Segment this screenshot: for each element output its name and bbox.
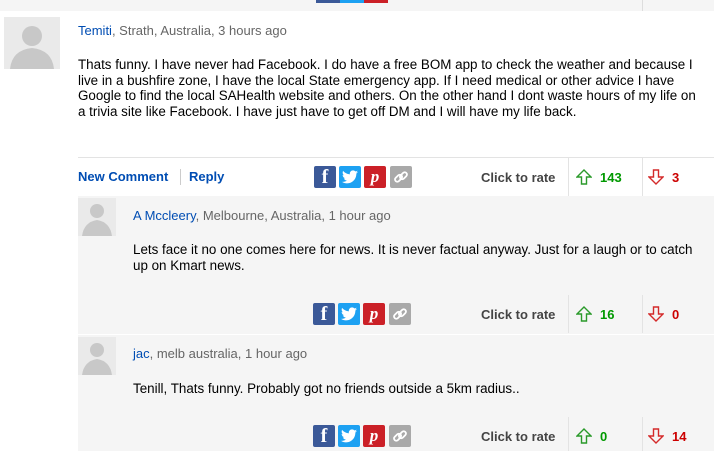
vote-separator: [568, 417, 569, 451]
facebook-icon[interactable]: f: [313, 303, 335, 325]
new-comment-button[interactable]: New Comment: [78, 169, 168, 184]
pinterest-icon[interactable]: p: [363, 303, 385, 325]
downvote-button[interactable]: 14: [648, 417, 686, 455]
vote-separator: [642, 295, 643, 333]
author-link[interactable]: jac: [133, 346, 150, 361]
downvote-button[interactable]: 3: [648, 158, 679, 196]
facebook-icon-fragment[interactable]: [316, 0, 340, 3]
avatar[interactable]: [78, 198, 116, 236]
arrow-up-icon: [576, 428, 592, 444]
author-meta: , Strath, Australia, 3 hours ago: [111, 23, 287, 38]
upvote-count: 0: [600, 428, 608, 444]
comment-body: Tenill, Thats funny. Probably got no fri…: [133, 381, 520, 396]
link-separator: [180, 169, 181, 185]
comment-actions: f p Click to rate 0 14: [0, 417, 714, 455]
vote-separator: [568, 295, 569, 333]
upvote-button[interactable]: 0: [576, 417, 607, 455]
pinterest-icon[interactable]: p: [364, 166, 386, 188]
vote-separator: [568, 158, 569, 196]
upvote-button[interactable]: 16: [576, 295, 614, 333]
arrow-down-icon: [648, 428, 664, 444]
twitter-icon[interactable]: [338, 425, 360, 447]
downvote-count: 0: [672, 306, 680, 322]
downvote-count: 14: [672, 428, 687, 444]
user-silhouette-icon: [78, 198, 116, 236]
comment-author-line: Temiti, Strath, Australia, 3 hours ago: [78, 23, 287, 38]
arrow-down-icon: [648, 169, 664, 185]
link-icon[interactable]: [390, 166, 412, 188]
pinterest-icon[interactable]: p: [363, 425, 385, 447]
upvote-button[interactable]: 143: [576, 158, 622, 196]
downvote-button[interactable]: 0: [648, 295, 679, 333]
avatar[interactable]: [78, 337, 116, 375]
arrow-down-icon: [648, 306, 664, 322]
link-icon[interactable]: [389, 303, 411, 325]
author-link[interactable]: Temiti: [78, 23, 112, 38]
link-icon[interactable]: [389, 425, 411, 447]
author-meta: , melb australia, 1 hour ago: [149, 346, 308, 361]
user-silhouette-icon: [4, 17, 60, 69]
click-to-rate-label: Click to rate: [481, 170, 556, 185]
facebook-icon[interactable]: f: [314, 166, 336, 188]
pinterest-icon-fragment[interactable]: [364, 0, 388, 3]
comment-actions: f p Click to rate 16 0: [0, 295, 714, 333]
click-to-rate-label: Click to rate: [481, 307, 556, 322]
twitter-icon[interactable]: [339, 166, 361, 188]
comment-body: Lets face it no one comes here for news.…: [133, 242, 693, 273]
comment-actions: New Comment Reply f p Click to rate 143 …: [0, 158, 714, 196]
reply-button[interactable]: Reply: [189, 169, 224, 184]
vote-separator: [642, 417, 643, 451]
facebook-icon[interactable]: f: [313, 425, 335, 447]
click-to-rate-label: Click to rate: [481, 429, 556, 444]
user-silhouette-icon: [78, 337, 116, 375]
reply-comment: jac, melb australia, 1 hour ago Tenill, …: [78, 335, 714, 415]
upvote-count: 16: [600, 306, 615, 322]
twitter-icon-fragment[interactable]: [340, 0, 364, 3]
downvote-count: 3: [672, 169, 680, 185]
author-meta: , Melbourne, Australia, 1 hour ago: [195, 208, 391, 223]
avatar[interactable]: [4, 17, 60, 69]
comment-author-line: A Mccleery, Melbourne, Australia, 1 hour…: [133, 208, 391, 223]
arrow-up-icon: [576, 169, 592, 185]
vote-separator: [642, 158, 643, 196]
twitter-icon[interactable]: [338, 303, 360, 325]
comment-author-line: jac, melb australia, 1 hour ago: [133, 346, 307, 361]
previous-comment-fragment: [0, 0, 714, 11]
comment-body: Thats funny. I have never had Facebook. …: [78, 57, 696, 119]
upvote-count: 143: [600, 169, 622, 185]
arrow-up-icon: [576, 306, 592, 322]
author-link[interactable]: A Mccleery: [133, 208, 196, 223]
